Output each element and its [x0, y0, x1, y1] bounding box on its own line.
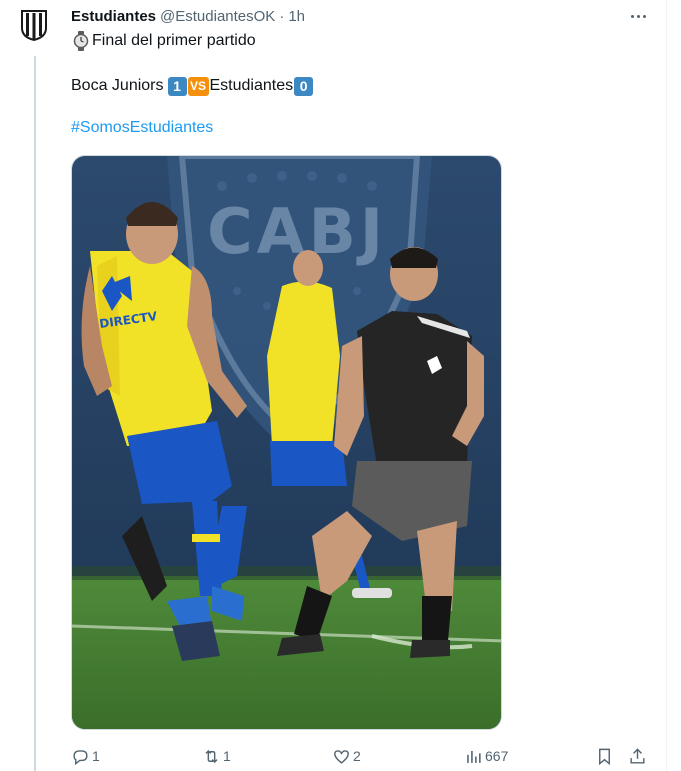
views-button[interactable]: 667 [464, 744, 508, 768]
share-button[interactable] [628, 744, 647, 768]
reply-count: 1 [92, 748, 100, 764]
vs-badge: VS [187, 76, 209, 96]
score-away-badge: 0 [294, 76, 314, 96]
match-photo: CABJ DIRECTV [72, 156, 501, 729]
bookmark-icon [599, 748, 610, 765]
author-name[interactable]: Estudiantes [71, 8, 156, 25]
like-button[interactable]: 2 [332, 744, 361, 768]
author-handle[interactable]: @EstudiantesOK [160, 8, 275, 25]
bookmark-button[interactable] [595, 744, 614, 768]
timeline-border [666, 0, 667, 771]
score-home-badge: 1 [167, 76, 187, 96]
heart-icon [334, 749, 349, 764]
tweet-photo[interactable]: CABJ DIRECTV [71, 155, 502, 730]
tweet-time[interactable]: 1h [288, 8, 305, 25]
avatar[interactable] [14, 5, 54, 45]
more-icon [630, 14, 634, 18]
hashtag-link[interactable]: #SomosEstudiantes [71, 119, 213, 137]
repost-icon [205, 749, 218, 763]
action-bar: 1 1 2 667 [71, 744, 651, 768]
team-home: Boca Juniors [71, 77, 164, 94]
repost-count: 1 [223, 748, 231, 764]
views-count: 667 [485, 748, 509, 764]
thread-line [34, 56, 36, 771]
reply-icon [73, 749, 88, 765]
tweet-text-line1: Final del primer partido [92, 32, 256, 49]
more-button[interactable] [626, 6, 650, 26]
tweet-line-final: Final del primer partido [73, 30, 256, 52]
estudiantes-crest-icon [21, 10, 47, 41]
repost-button[interactable]: 1 [202, 744, 231, 768]
views-icon [467, 750, 481, 763]
separator: · [279, 7, 285, 25]
tweet-header: Estudiantes @EstudiantesOK · 1h [71, 6, 305, 26]
reply-button[interactable]: 1 [71, 744, 100, 768]
share-icon [630, 747, 645, 764]
tweet-line-score: Boca Juniors 1 VS Estudiantes 0 [71, 75, 314, 97]
stopwatch-icon [73, 31, 89, 51]
like-count: 2 [353, 748, 361, 764]
team-away: Estudiantes [209, 77, 294, 94]
